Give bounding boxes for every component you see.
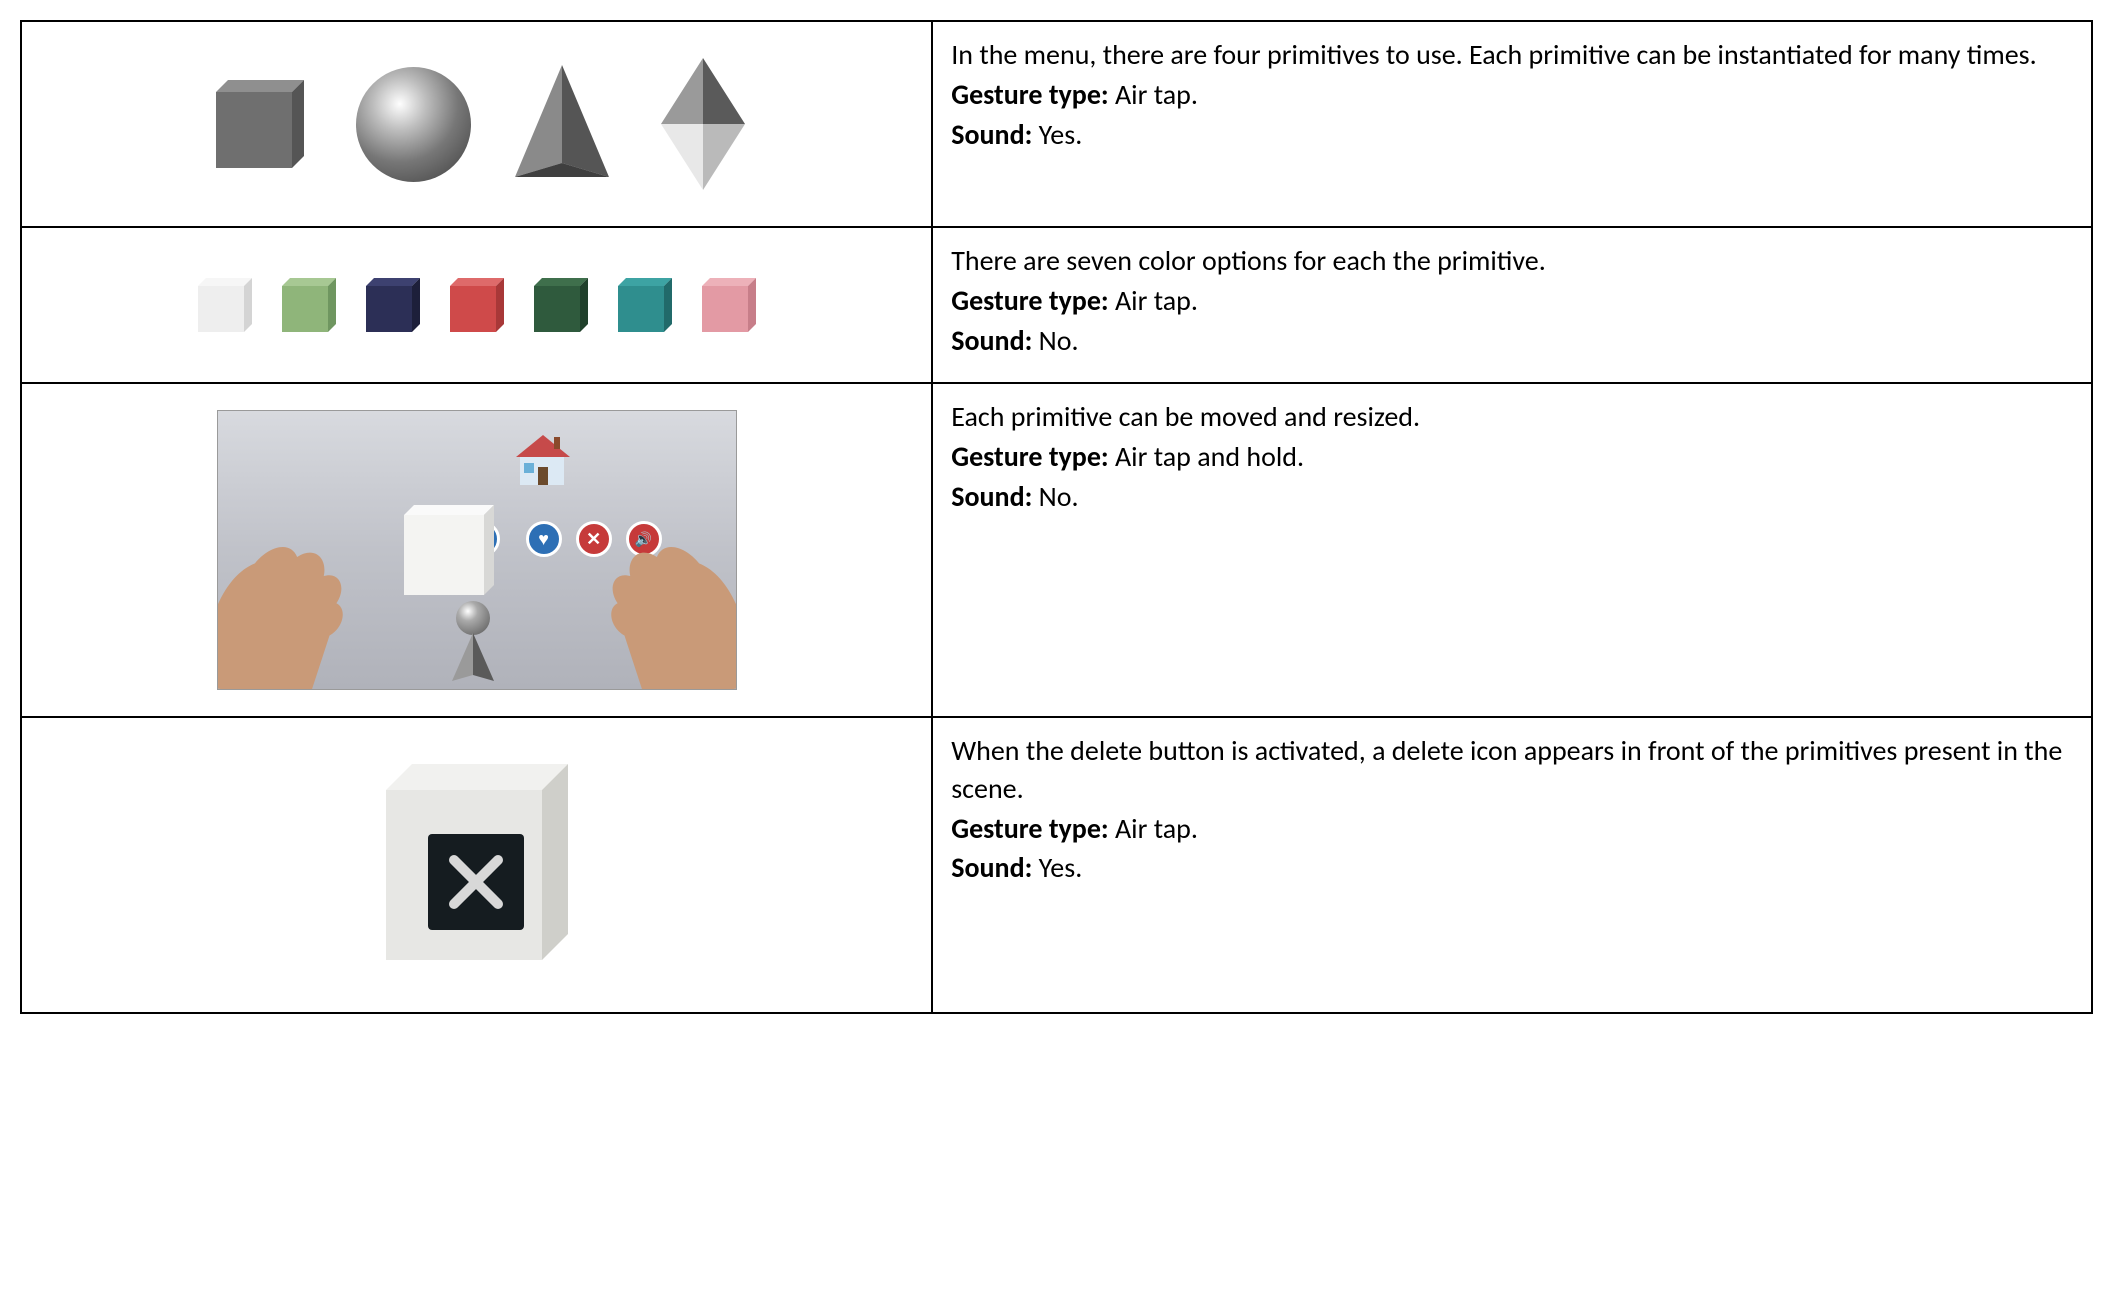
- left-hand-icon: [217, 482, 387, 690]
- octahedron-icon: [653, 54, 753, 194]
- table-row: When the delete button is activated, a d…: [21, 717, 2092, 1013]
- color-cube-red: [442, 270, 512, 340]
- scene-sphere-icon: [456, 601, 490, 635]
- row3-image-cell: + ⟳ ♥ ✕ 🔊: [21, 383, 932, 717]
- heart-icon[interactable]: ♥: [526, 521, 562, 557]
- sound-label: Sound:: [951, 850, 1032, 885]
- pyramid-icon: [507, 59, 617, 189]
- gesture-label: Gesture type:: [951, 283, 1108, 318]
- color-cube-white: [190, 270, 260, 340]
- gesture-value: Air tap and hold.: [1115, 439, 1304, 474]
- table-row: In the menu, there are four primitives t…: [21, 21, 2092, 227]
- cube-icon: [200, 64, 320, 184]
- color-cube-darkgreen: [526, 270, 596, 340]
- gesture-label: Gesture type:: [951, 77, 1108, 112]
- row1-image-cell: [21, 21, 932, 227]
- scene-cube-icon: [398, 501, 508, 611]
- color-cube-teal: [610, 270, 680, 340]
- house-icon: [508, 429, 578, 489]
- sound-value: No.: [1039, 323, 1079, 358]
- color-cube-navy: [358, 270, 428, 340]
- color-cube-pink: [694, 270, 764, 340]
- sound-label: Sound:: [951, 117, 1032, 152]
- gesture-label: Gesture type:: [951, 811, 1108, 846]
- row4-description: When the delete button is activated, a d…: [951, 732, 2073, 808]
- scene-pyramid-icon: [448, 631, 498, 687]
- sound-label: Sound:: [951, 323, 1032, 358]
- row4-image-cell: [21, 717, 932, 1013]
- table-row: + ⟳ ♥ ✕ 🔊: [21, 383, 2092, 717]
- color-cube-lightgreen: [274, 270, 344, 340]
- row2-text-cell: There are seven color options for each t…: [932, 227, 2092, 383]
- sound-value: Yes.: [1039, 850, 1083, 885]
- row3-description: Each primitive can be moved and resized.: [951, 398, 2073, 436]
- ar-scene-screenshot: + ⟳ ♥ ✕ 🔊: [217, 410, 737, 690]
- sound-value: No.: [1039, 479, 1079, 514]
- row2-image-cell: [21, 227, 932, 383]
- sound-value: Yes.: [1039, 117, 1083, 152]
- color-options-row: [40, 240, 913, 370]
- gesture-label: Gesture type:: [951, 439, 1108, 474]
- primitives-row: [40, 34, 913, 214]
- row4-text-cell: When the delete button is activated, a d…: [932, 717, 2092, 1013]
- row1-description: In the menu, there are four primitives t…: [951, 36, 2073, 74]
- sphere-icon: [356, 67, 471, 182]
- table-row: There are seven color options for each t…: [21, 227, 2092, 383]
- gesture-value: Air tap.: [1115, 283, 1198, 318]
- primitives-feature-table: In the menu, there are four primitives t…: [20, 20, 2093, 1014]
- row3-text-cell: Each primitive can be moved and resized.…: [932, 383, 2092, 717]
- gesture-value: Air tap.: [1115, 77, 1198, 112]
- right-hand-icon: [567, 482, 737, 690]
- row1-text-cell: In the menu, there are four primitives t…: [932, 21, 2092, 227]
- delete-cube-icon: [362, 750, 592, 980]
- sound-label: Sound:: [951, 479, 1032, 514]
- gesture-value: Air tap.: [1115, 811, 1198, 846]
- row2-description: There are seven color options for each t…: [951, 242, 2073, 280]
